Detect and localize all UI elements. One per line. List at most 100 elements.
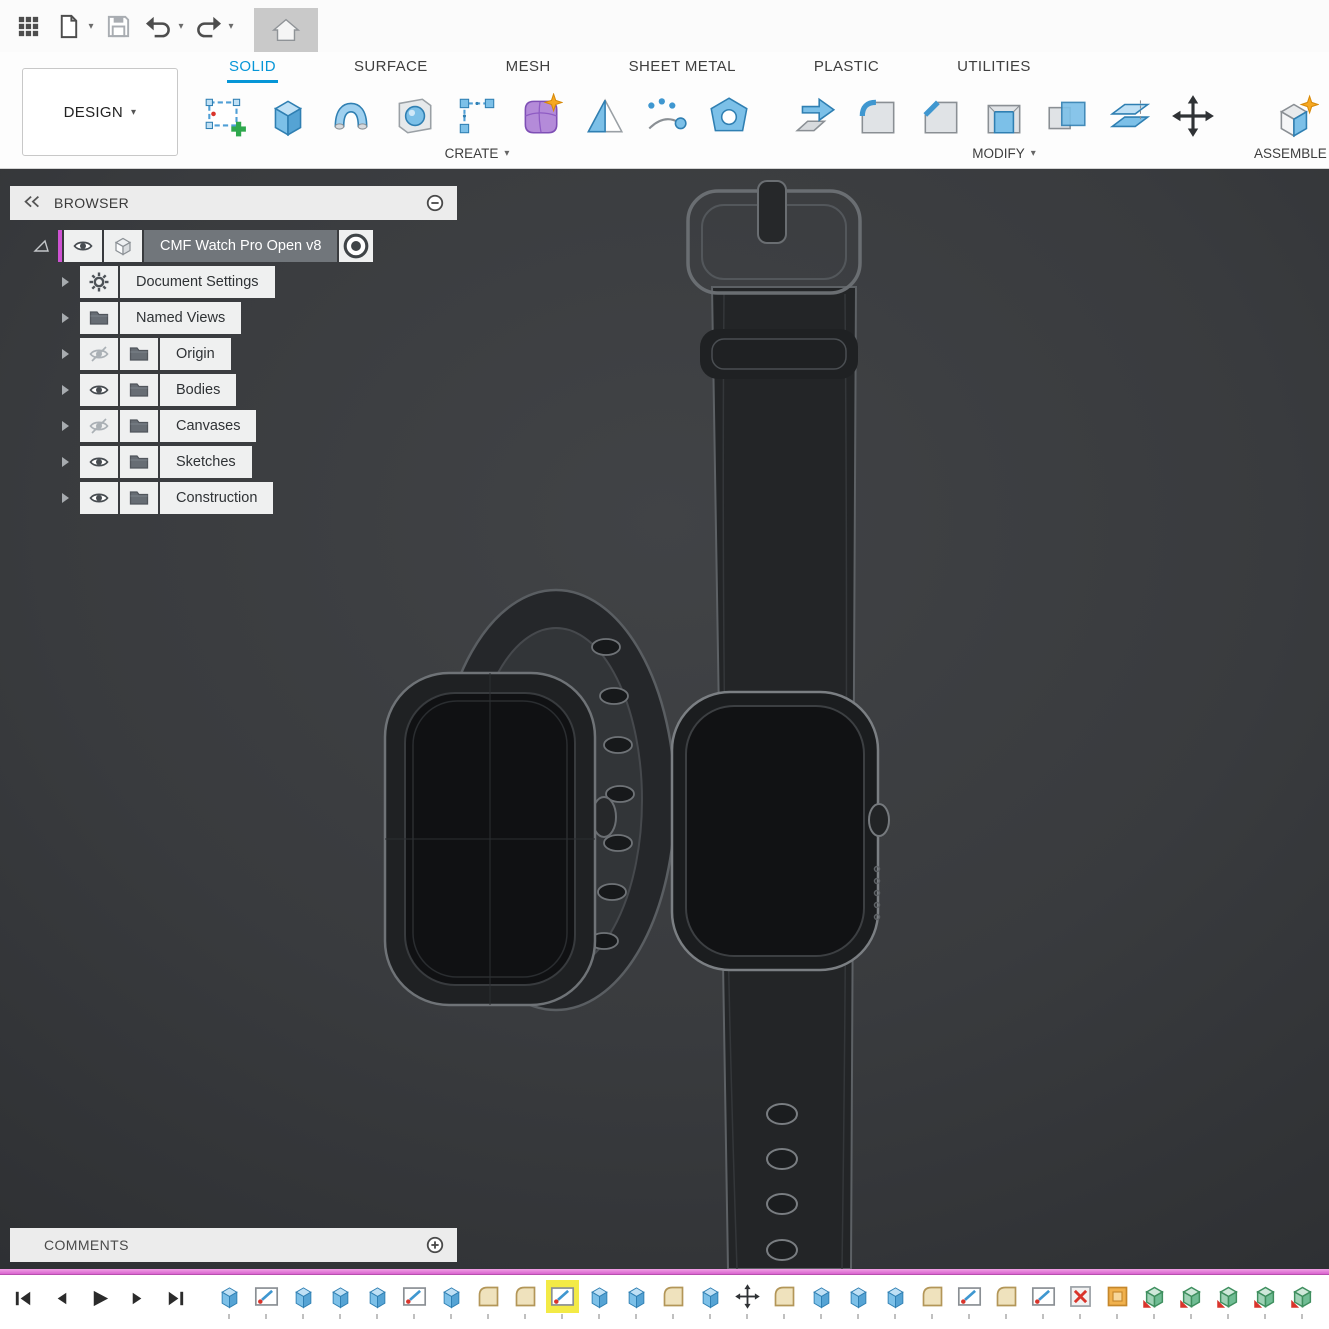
boundary-fill-icon[interactable] bbox=[704, 91, 754, 141]
browser-item-label[interactable]: Construction bbox=[160, 482, 274, 514]
undo-icon[interactable] bbox=[138, 6, 178, 46]
toolgroup-label-assemble[interactable]: ASSEMBLE▾ bbox=[1254, 146, 1329, 161]
add-comment-icon[interactable] bbox=[425, 1235, 445, 1255]
form-icon[interactable] bbox=[515, 91, 565, 141]
save-icon[interactable] bbox=[98, 6, 138, 46]
browser-item-label[interactable]: Sketches bbox=[160, 446, 252, 478]
browser-item-label[interactable]: Named Views bbox=[120, 302, 242, 334]
expand-arrow-icon[interactable] bbox=[62, 421, 69, 431]
browser-row-construction[interactable]: Construction bbox=[56, 481, 457, 515]
pattern-icon[interactable] bbox=[452, 91, 502, 141]
timeline-feature-move-14[interactable] bbox=[734, 1283, 761, 1319]
redo-icon[interactable] bbox=[188, 6, 228, 46]
browser-row-bodies[interactable]: Bodies bbox=[56, 373, 457, 407]
browser-row-cmf-watch-pro-open-v8[interactable]: CMF Watch Pro Open v8 bbox=[32, 229, 457, 263]
tab-solid[interactable]: SOLID bbox=[227, 54, 278, 83]
timeline-feature-extrude-10[interactable] bbox=[586, 1283, 613, 1319]
extrude-icon[interactable] bbox=[263, 91, 313, 141]
toolgroup-label-modify[interactable]: MODIFY ▾ bbox=[972, 146, 1036, 161]
timeline-feature-sketch-1[interactable] bbox=[253, 1283, 280, 1319]
tab-surface[interactable]: SURFACE bbox=[352, 54, 430, 83]
redo-dropdown-icon[interactable]: ▾ bbox=[224, 21, 238, 32]
timeline-feature-extrude-4[interactable] bbox=[364, 1283, 391, 1319]
combine-icon[interactable] bbox=[1042, 91, 1092, 141]
timeline-feature-sketch-20[interactable] bbox=[956, 1283, 983, 1319]
timeline-feature-component-28[interactable] bbox=[1252, 1283, 1279, 1319]
timeline-feature-suppressed-24[interactable] bbox=[1104, 1283, 1131, 1319]
timeline-feature-fillet-8[interactable] bbox=[512, 1283, 539, 1319]
viewport-3d-canvas[interactable]: BROWSER CMF Watch Pro Open v8 Document Se… bbox=[0, 169, 1329, 1269]
browser-item-label[interactable]: Canvases bbox=[160, 410, 257, 442]
timeline-feature-extrude-6[interactable] bbox=[438, 1283, 465, 1319]
expand-arrow-icon[interactable] bbox=[62, 349, 69, 359]
timeline-feature-extrude-2[interactable] bbox=[290, 1283, 317, 1319]
shell-icon[interactable] bbox=[979, 91, 1029, 141]
timeline-feature-component-29[interactable] bbox=[1289, 1283, 1316, 1319]
chamfer-icon[interactable] bbox=[916, 91, 966, 141]
browser-row-sketches[interactable]: Sketches bbox=[56, 445, 457, 479]
undo-dropdown-icon[interactable]: ▾ bbox=[174, 21, 188, 32]
expand-arrow-icon[interactable] bbox=[62, 277, 69, 287]
timeline-feature-sketch-9[interactable] bbox=[549, 1283, 576, 1319]
timeline-feature-sketch-22[interactable] bbox=[1030, 1283, 1057, 1319]
activate-component-radio[interactable] bbox=[339, 230, 374, 262]
browser-item-label[interactable]: CMF Watch Pro Open v8 bbox=[144, 230, 338, 262]
step-back-button[interactable] bbox=[46, 1283, 76, 1313]
timeline-feature-component-27[interactable] bbox=[1215, 1283, 1242, 1319]
tab-utilities[interactable]: UTILITIES bbox=[955, 54, 1033, 83]
browser-row-named-views[interactable]: Named Views bbox=[56, 301, 457, 335]
browser-row-document-settings[interactable]: Document Settings bbox=[56, 265, 457, 299]
new-component-icon[interactable] bbox=[1271, 91, 1321, 141]
timeline-feature-extrude-0[interactable] bbox=[216, 1283, 243, 1319]
visibility-off-icon[interactable] bbox=[80, 338, 118, 370]
timeline-feature-extrude-11[interactable] bbox=[623, 1283, 650, 1319]
cylinder-icon[interactable] bbox=[389, 91, 439, 141]
tab-plastic[interactable]: PLASTIC bbox=[812, 54, 881, 83]
browser-item-label[interactable]: Origin bbox=[160, 338, 231, 370]
timeline-feature-extrude-3[interactable] bbox=[327, 1283, 354, 1319]
offset-face-icon[interactable] bbox=[1105, 91, 1155, 141]
timeline-feature-sketch-5[interactable] bbox=[401, 1283, 428, 1319]
step-forward-button[interactable] bbox=[122, 1283, 152, 1313]
create-sketch-icon[interactable] bbox=[200, 91, 250, 141]
visibility-on-icon[interactable] bbox=[80, 446, 118, 478]
home-tab[interactable] bbox=[254, 8, 318, 52]
expand-arrow-icon[interactable] bbox=[62, 457, 69, 467]
expand-arrow-icon[interactable] bbox=[62, 493, 69, 503]
timeline-feature-extrude-16[interactable] bbox=[808, 1283, 835, 1319]
draft-icon[interactable] bbox=[578, 91, 628, 141]
collapse-panel-icon[interactable] bbox=[22, 193, 42, 213]
visibility-off-icon[interactable] bbox=[80, 410, 118, 442]
play-button[interactable] bbox=[84, 1283, 114, 1313]
visibility-on-icon[interactable] bbox=[80, 482, 118, 514]
app-grid-icon[interactable] bbox=[8, 6, 48, 46]
timeline-feature-extrude-18[interactable] bbox=[882, 1283, 909, 1319]
timeline-feature-component-25[interactable] bbox=[1141, 1283, 1168, 1319]
browser-row-canvases[interactable]: Canvases bbox=[56, 409, 457, 443]
press-pull-icon[interactable] bbox=[790, 91, 840, 141]
browser-row-origin[interactable]: Origin bbox=[56, 337, 457, 371]
timeline-feature-fillet-12[interactable] bbox=[660, 1283, 687, 1319]
comments-bar[interactable]: COMMENTS bbox=[10, 1228, 457, 1262]
file-new-dropdown-icon[interactable]: ▾ bbox=[84, 21, 98, 32]
file-new-icon[interactable] bbox=[48, 6, 88, 46]
timeline-feature-extrude-17[interactable] bbox=[845, 1283, 872, 1319]
move-icon[interactable] bbox=[1168, 91, 1218, 141]
display-settings-icon[interactable] bbox=[425, 193, 445, 213]
project-icon[interactable] bbox=[641, 91, 691, 141]
revolve-icon[interactable] bbox=[326, 91, 376, 141]
timeline-feature-fillet-15[interactable] bbox=[771, 1283, 798, 1319]
skip-end-button[interactable] bbox=[160, 1283, 190, 1313]
expand-arrow-icon[interactable] bbox=[62, 385, 69, 395]
visibility-on-icon[interactable] bbox=[64, 230, 102, 262]
skip-start-button[interactable] bbox=[8, 1283, 38, 1313]
timeline-feature-extrude-13[interactable] bbox=[697, 1283, 724, 1319]
timeline-feature-fillet-19[interactable] bbox=[919, 1283, 946, 1319]
tab-mesh[interactable]: MESH bbox=[504, 54, 553, 83]
timeline-feature-fillet-7[interactable] bbox=[475, 1283, 502, 1319]
fillet-icon[interactable] bbox=[853, 91, 903, 141]
expand-arrow-icon[interactable] bbox=[62, 313, 69, 323]
toolgroup-label-create[interactable]: CREATE ▾ bbox=[445, 146, 510, 161]
timeline-feature-error-23[interactable] bbox=[1067, 1283, 1094, 1319]
workspace-selector[interactable]: DESIGN ▾ bbox=[22, 68, 178, 156]
